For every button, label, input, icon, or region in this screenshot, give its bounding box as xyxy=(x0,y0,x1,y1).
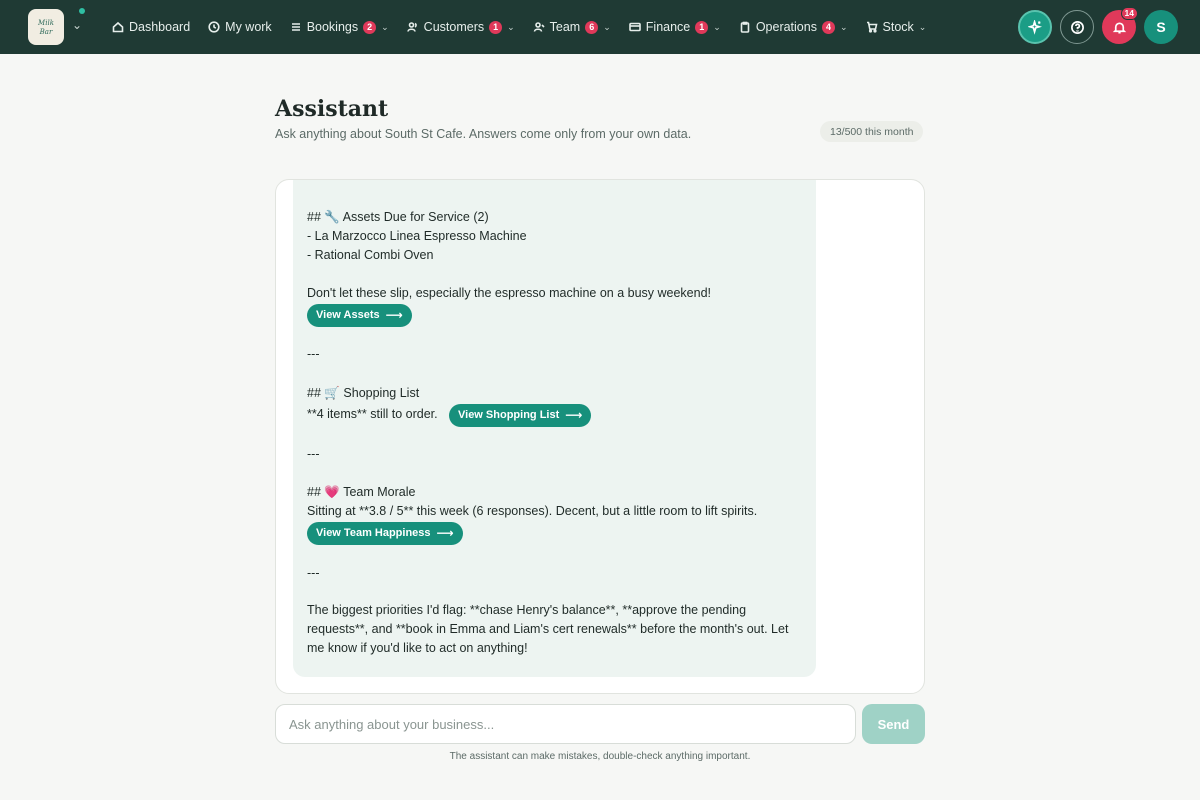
nav-item-finance[interactable]: Finance 1 ⌄ xyxy=(628,20,721,34)
arrow-right-icon: ⟶ xyxy=(436,526,454,540)
main-nav: Dashboard My work Bookings 2 ⌄ Customers… xyxy=(112,0,926,54)
ask-input[interactable] xyxy=(275,704,856,744)
nav-item-customers[interactable]: Customers 1 ⌄ xyxy=(406,20,515,34)
assistant-message-bubble: --- ## 🔧 Assets Due for Service (2) - La… xyxy=(293,179,816,677)
disclaimer-text: The assistant can make mistakes, double-… xyxy=(449,751,751,762)
bell-icon xyxy=(1112,21,1126,33)
message-heading: ## 🔧 Assets Due for Service (2) xyxy=(307,210,489,224)
message-heading: ## 💗 Team Morale xyxy=(307,485,416,499)
message-line: --- xyxy=(307,347,320,361)
view-team-happiness-button[interactable]: View Team Happiness ⟶ xyxy=(307,522,463,545)
svg-text:Bar: Bar xyxy=(39,28,53,36)
avatar-initial: S xyxy=(1156,19,1166,35)
message-line: me know if you'd like to act on anything… xyxy=(307,641,528,655)
clock-icon xyxy=(208,21,220,33)
nav-item-label: My work xyxy=(225,20,272,34)
message-line: requests**, and **book in Emma and Liam'… xyxy=(307,622,789,636)
message-heading: ## 🛒 Shopping List xyxy=(307,386,420,400)
online-status-dot xyxy=(79,8,85,14)
button-label: View Team Happiness xyxy=(316,527,431,539)
message-line: Sitting at **3.8 / 5** this week (6 resp… xyxy=(307,504,758,518)
page-subtitle: Ask anything about South St Cafe. Answer… xyxy=(275,127,692,141)
chevron-down-icon[interactable]: ⌄ xyxy=(72,18,82,32)
nav-item-operations[interactable]: Operations 4 ⌄ xyxy=(739,20,848,34)
arrow-right-icon: ⟶ xyxy=(565,408,583,422)
chevron-down-icon: ⌄ xyxy=(918,21,927,32)
sparkle-icon xyxy=(1027,19,1042,35)
notifications-button[interactable]: 14 xyxy=(1102,7,1138,44)
nav-item-label: Finance xyxy=(645,20,691,34)
nav-item-label: Bookings xyxy=(306,20,359,34)
chat-panel[interactable]: --- ## 🔧 Assets Due for Service (2) - La… xyxy=(275,179,925,694)
top-nav: Milk Bar ⌄ Dashboard My work Bookings 2 … xyxy=(0,0,1200,54)
logo-mark: Milk Bar xyxy=(37,19,54,36)
arrow-right-icon: ⟶ xyxy=(385,308,403,322)
message-line: --- xyxy=(307,566,320,580)
button-label: View Shopping List xyxy=(458,409,560,421)
cart-icon xyxy=(866,21,878,33)
help-icon xyxy=(1070,20,1084,34)
svg-text:Milk: Milk xyxy=(37,19,54,27)
message-line: The biggest priorities I'd flag: **chase… xyxy=(307,603,747,617)
count-badge: 2 xyxy=(363,20,377,34)
nav-item-bookings[interactable]: Bookings 2 ⌄ xyxy=(290,20,389,34)
nav-item-label: Dashboard xyxy=(129,20,191,34)
nav-item-team[interactable]: Team 6 ⌄ xyxy=(533,20,611,34)
count-badge: 1 xyxy=(489,20,503,34)
chevron-down-icon: ⌄ xyxy=(713,21,721,32)
message-line: - La Marzocco Linea Espresso Machine xyxy=(307,229,527,243)
chevron-down-icon: ⌄ xyxy=(839,21,848,32)
nav-item-label: Stock xyxy=(882,20,914,34)
message-line: --- xyxy=(307,179,320,186)
clipboard-icon xyxy=(740,21,750,33)
page-title: Assistant xyxy=(275,96,389,122)
message-line: Don't let these slip, especially the esp… xyxy=(307,286,712,300)
send-button[interactable]: Send xyxy=(862,704,925,744)
help-button[interactable] xyxy=(1060,10,1094,44)
usage-badge: 13/500 this month xyxy=(820,121,924,142)
list-icon xyxy=(291,23,300,31)
home-icon xyxy=(112,21,124,33)
user-avatar[interactable]: S xyxy=(1144,10,1178,44)
message-line: **4 items** still to order. xyxy=(307,407,438,421)
chevron-down-icon: ⌄ xyxy=(507,21,515,32)
nav-actions: 14 S xyxy=(1018,7,1178,44)
message-line: - Rational Combi Oven xyxy=(307,248,434,262)
chevron-down-icon: ⌄ xyxy=(603,21,611,32)
count-badge: 1 xyxy=(695,20,709,34)
nav-item-my-work[interactable]: My work xyxy=(208,20,272,34)
card-icon xyxy=(628,22,641,32)
count-badge: 4 xyxy=(821,20,835,34)
notifications-count-badge: 14 xyxy=(1120,7,1138,20)
count-badge: 6 xyxy=(585,20,599,34)
users-icon xyxy=(406,22,417,32)
message-line: --- xyxy=(307,447,320,461)
nav-item-label: Operations xyxy=(755,20,817,34)
chevron-down-icon: ⌄ xyxy=(381,21,389,32)
nav-item-label: Team xyxy=(549,20,581,34)
button-label: View Assets xyxy=(316,309,380,321)
view-assets-button[interactable]: View Assets ⟶ xyxy=(307,304,412,327)
view-shopping-list-button[interactable]: View Shopping List ⟶ xyxy=(449,404,592,427)
brand-logo[interactable]: Milk Bar xyxy=(28,9,64,45)
team-icon xyxy=(533,22,545,32)
nav-item-label: Customers xyxy=(423,20,485,34)
nav-item-dashboard[interactable]: Dashboard xyxy=(112,20,190,34)
nav-item-stock[interactable]: Stock ⌄ xyxy=(866,20,927,34)
ai-assistant-button[interactable] xyxy=(1018,10,1052,44)
